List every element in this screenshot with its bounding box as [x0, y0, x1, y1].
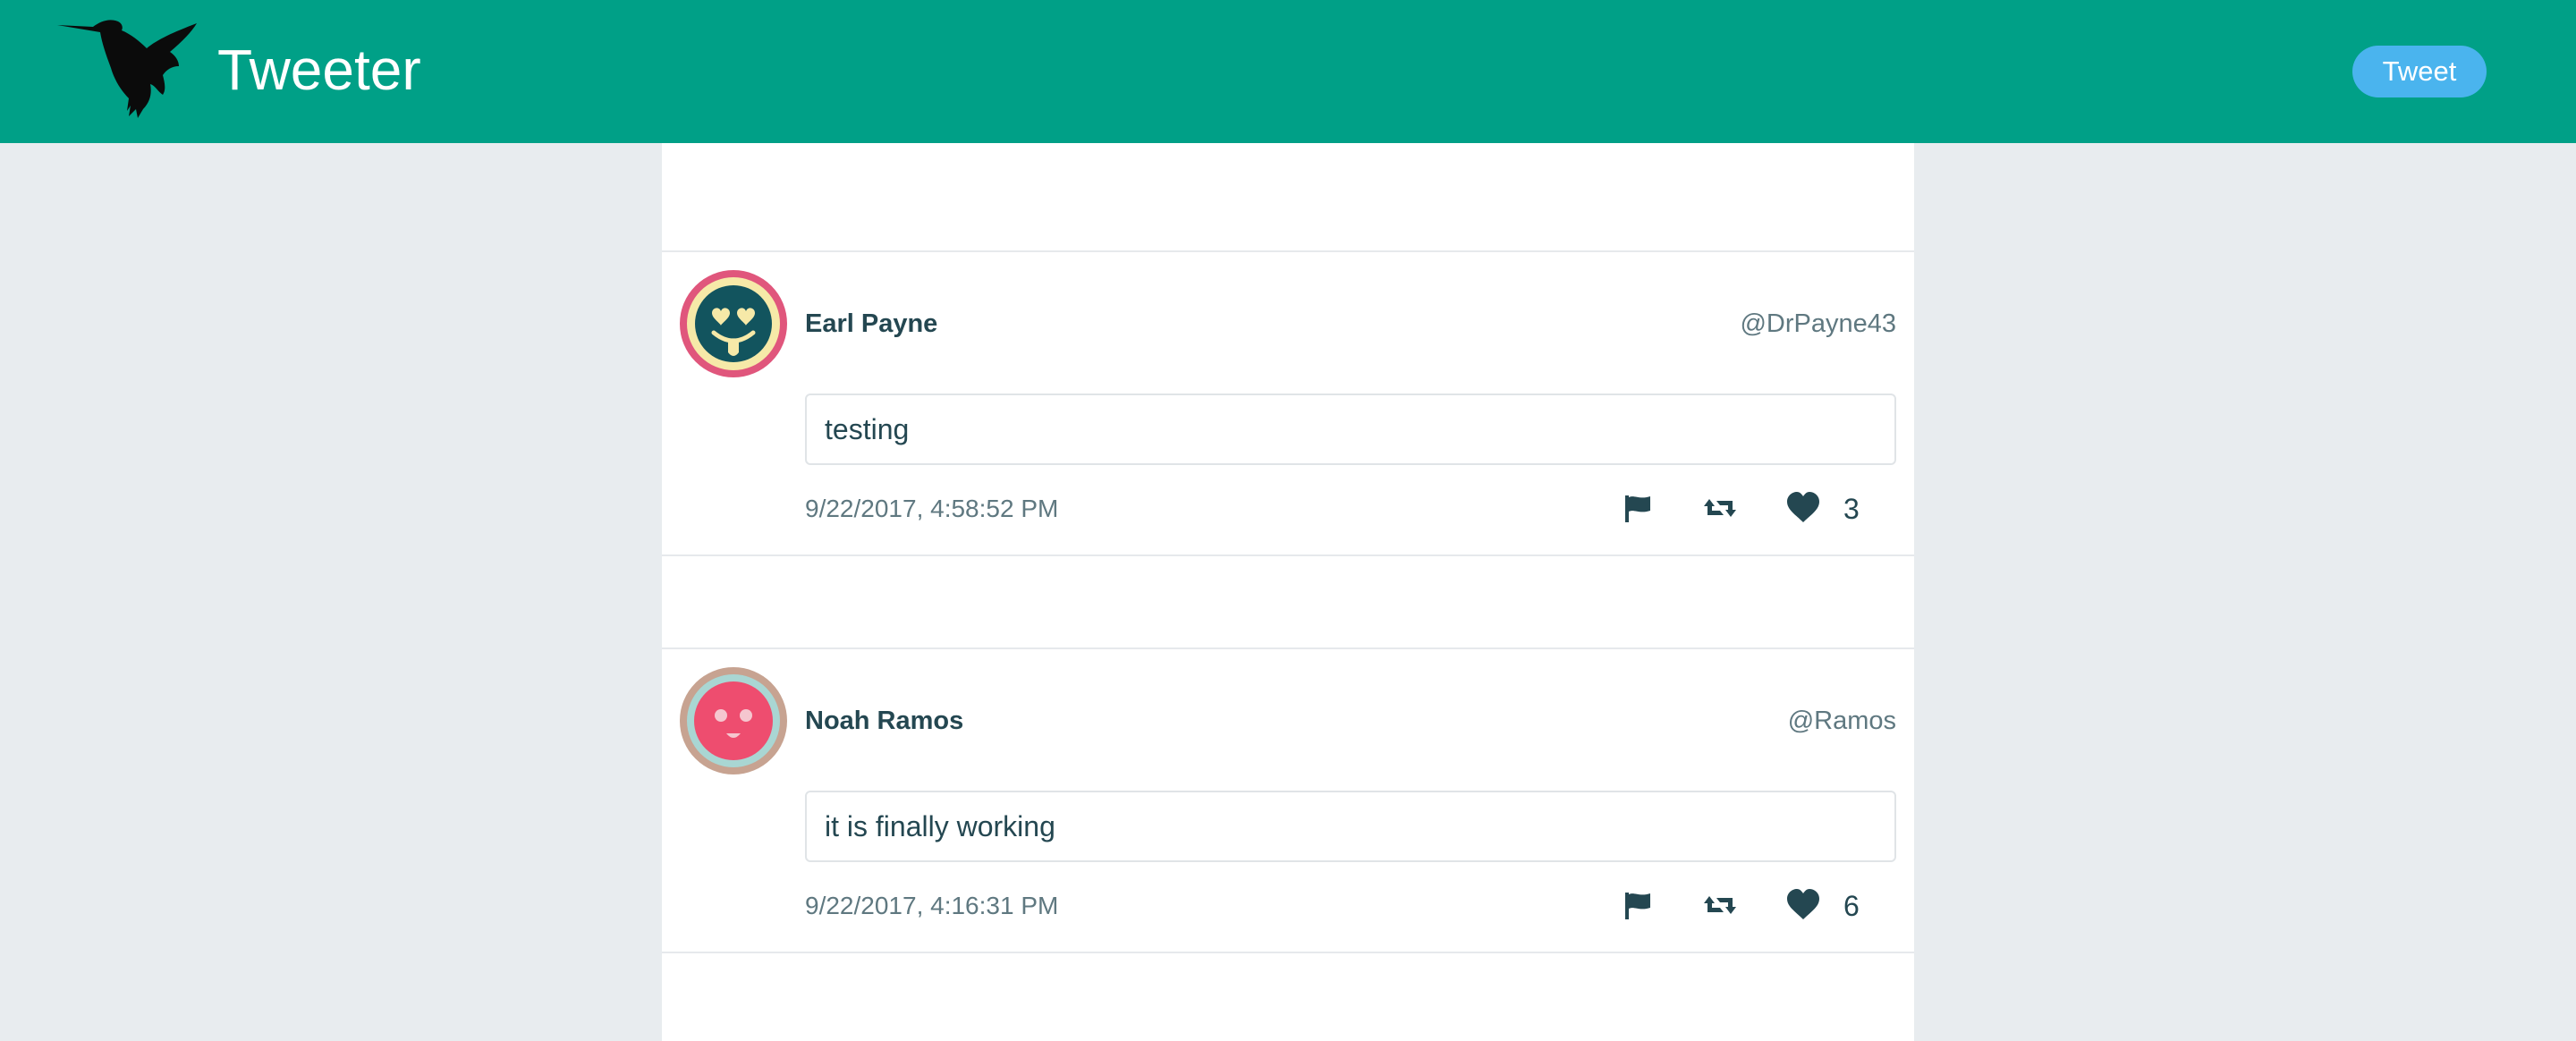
user-display-name: Noah Ramos: [805, 707, 964, 735]
retweet-icon[interactable]: [1702, 490, 1738, 526]
user-handle: @Ramos: [1787, 707, 1896, 735]
tweet-text: it is finally working: [805, 791, 1896, 862]
tweet-card: Noah Ramos @Ramos it is finally working …: [662, 647, 1914, 953]
hummingbird-icon[interactable]: [57, 16, 200, 120]
heart-icon[interactable]: [1785, 887, 1821, 923]
heart-icon[interactable]: [1785, 490, 1821, 526]
heart-eyes-face-icon: [680, 270, 787, 377]
tweet-card: Earl Payne @DrPayne43 testing 9/22/2017,…: [662, 250, 1914, 556]
smiling-face-icon: [680, 667, 787, 774]
tweet-button[interactable]: Tweet: [2352, 46, 2487, 97]
tweet-text: testing: [805, 394, 1896, 465]
retweet-icon[interactable]: [1702, 887, 1738, 923]
app-title[interactable]: Tweeter: [217, 38, 421, 102]
like-count: 6: [1843, 890, 1860, 922]
top-navbar: Tweeter Tweet: [0, 0, 2576, 143]
flag-icon[interactable]: [1620, 490, 1656, 526]
tweet-feed: Earl Payne @DrPayne43 testing 9/22/2017,…: [662, 143, 1914, 1041]
like-count: 3: [1843, 493, 1860, 525]
user-display-name: Earl Payne: [805, 309, 938, 338]
tweet-timestamp: 9/22/2017, 4:16:31 PM: [805, 892, 1059, 919]
flag-icon[interactable]: [1620, 887, 1656, 923]
avatar[interactable]: [680, 667, 787, 774]
avatar[interactable]: [680, 270, 787, 377]
user-handle: @DrPayne43: [1740, 309, 1896, 338]
tweet-timestamp: 9/22/2017, 4:58:52 PM: [805, 495, 1059, 522]
